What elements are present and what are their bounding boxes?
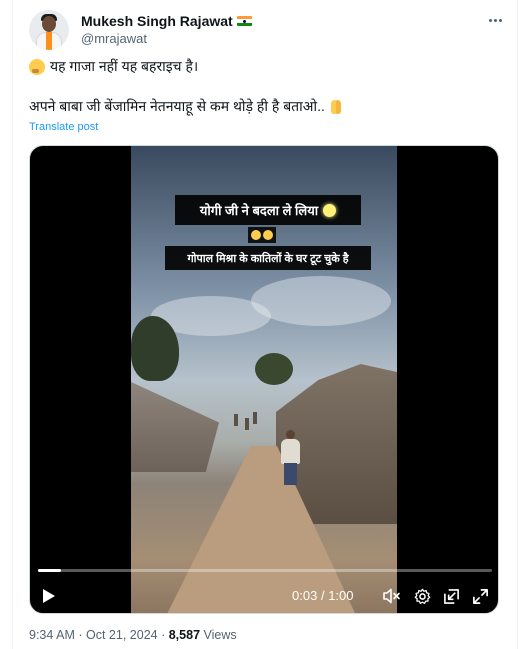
picture-in-picture-icon[interactable]: [441, 586, 461, 606]
author-handle[interactable]: @mrajawat: [81, 31, 147, 46]
video-caption-1-text: योगी जी ने बदला ले लिया: [199, 203, 319, 218]
tree: [255, 353, 293, 385]
walking-person: [279, 430, 301, 486]
meta-dot: ·: [161, 628, 166, 642]
india-flag-icon: [236, 16, 252, 26]
video-progress-bar[interactable]: [38, 569, 492, 572]
video-time-separator: /: [320, 588, 325, 603]
author-name-row[interactable]: Mukesh Singh Rajawat: [81, 13, 252, 29]
avatar-scarf: [46, 32, 52, 50]
post-text-line-2: अपने बाबा जी बेंजामिन नेतनयाहू से कम थोड…: [29, 97, 344, 116]
video-frame[interactable]: योगी जी ने बदला ले लिया गोपाल मिश्रा के …: [131, 146, 397, 613]
post-date[interactable]: Oct 21, 2024: [86, 628, 158, 642]
video-player[interactable]: योगी जी ने बदला ले लिया गोपाल मिश्रा के …: [29, 145, 499, 614]
avatar-face: [42, 16, 56, 32]
video-duration: 1:00: [328, 588, 354, 603]
post-meta: 9:34 AM · Oct 21, 2024 · 8,587 Views: [29, 628, 237, 642]
folded-hands-icon: [328, 99, 344, 115]
distant-person: [253, 412, 257, 424]
meta-dot: ·: [78, 628, 83, 642]
video-current-time: 0:03: [292, 588, 318, 603]
settings-gear-icon[interactable]: [412, 586, 432, 606]
translate-post-link[interactable]: Translate post: [29, 121, 98, 133]
post-line-1-text: यह गाजा नहीं यह बहराइच है।: [50, 58, 199, 74]
post-text-line-1: यह गाजा नहीं यह बहराइच है।: [29, 57, 198, 76]
rubble-left: [131, 382, 219, 472]
views-count: 8,587: [168, 628, 201, 642]
play-icon[interactable]: [40, 587, 58, 605]
video-caption-2: गोपाल मिश्रा के कातिलों के घर टूट चुके ह…: [165, 246, 371, 270]
video-time: 0:03 / 1:00: [292, 588, 354, 603]
distant-person: [234, 414, 238, 426]
author-avatar[interactable]: [29, 10, 69, 50]
views-label: Views: [203, 628, 237, 642]
sun-emoji-icon: [323, 203, 337, 217]
author-name[interactable]: Mukesh Singh Rajawat: [81, 13, 233, 29]
thinking-face-icon: [29, 58, 45, 75]
fullscreen-icon[interactable]: [470, 586, 490, 606]
post-line-2-text: अपने बाबा जी बेंजामिन नेतनयाहू से कम थोड…: [29, 98, 325, 114]
cloud: [251, 276, 391, 326]
post-time[interactable]: 9:34 AM: [29, 628, 75, 642]
distant-person: [245, 418, 249, 430]
laughing-emoji-icon: [248, 227, 276, 243]
more-options-icon[interactable]: [485, 10, 505, 30]
mute-icon[interactable]: [382, 586, 402, 606]
post-card: Mukesh Singh Rajawat @mrajawat यह गाजा न…: [12, 0, 518, 649]
video-progress-fill: [38, 569, 61, 572]
video-caption-1: योगी जी ने बदला ले लिया: [175, 195, 361, 225]
